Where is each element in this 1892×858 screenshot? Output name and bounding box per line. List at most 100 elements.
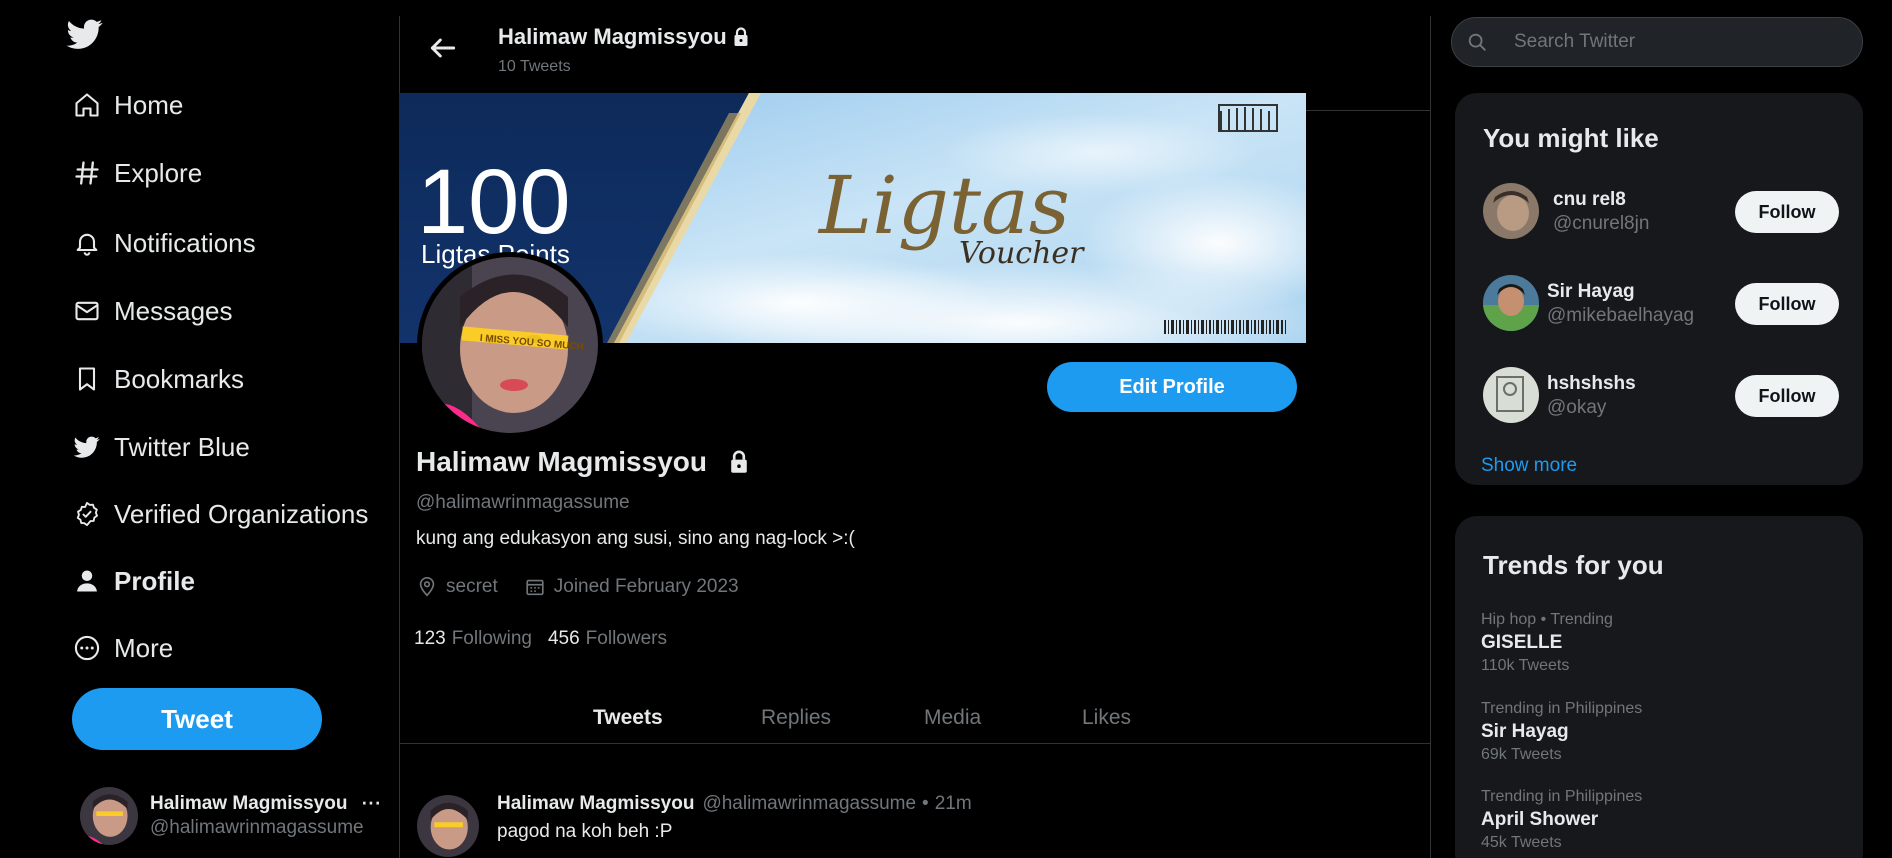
nav-more[interactable]: More [72, 625, 173, 671]
tweet-header: Halimaw Magmissyou @halimawrinmagassume … [497, 793, 972, 815]
bell-icon [72, 228, 102, 258]
nav-bookmarks[interactable]: Bookmarks [72, 356, 244, 402]
tweet-author-handle[interactable]: @halimawrinmagassume [702, 793, 916, 815]
profile-handle: @halimawrinmagassume [416, 492, 630, 513]
followers-label: Followers [585, 628, 667, 649]
tab-media[interactable]: Media [924, 706, 981, 730]
location-text: secret [446, 576, 498, 597]
avatar[interactable] [1483, 367, 1539, 423]
envelope-icon [72, 296, 102, 326]
nav-messages[interactable]: Messages [72, 288, 233, 334]
account-name: Halimaw Magmissyou [150, 793, 348, 814]
avatar[interactable] [1483, 275, 1539, 331]
nav-notifications-label: Notifications [114, 227, 256, 258]
user-handle: @mikebaelhayag [1547, 305, 1695, 326]
divider [399, 743, 1430, 744]
left-navigation: Home Explore Notifications Messages Book… [0, 0, 400, 858]
trend-item[interactable]: Trending in Philippines April Shower 45k… [1481, 788, 1841, 852]
profile-name-text: Halimaw Magmissyou [416, 446, 707, 477]
tweet-count: 10 Tweets [498, 58, 571, 75]
nav-verified-organizations-label: Verified Organizations [114, 498, 369, 529]
user-name: Sir Hayag [1547, 281, 1635, 302]
verified-badge-icon [72, 499, 102, 529]
location-pin-icon [416, 576, 446, 598]
nav-messages-label: Messages [114, 295, 233, 326]
joined-text: Joined February 2023 [553, 576, 739, 597]
followers-count: 456 [547, 628, 580, 649]
following-count: 123 [414, 628, 446, 649]
trend-item[interactable]: Trending in Philippines Sir Hayag 69k Tw… [1481, 700, 1841, 764]
nav-home[interactable]: Home [72, 82, 183, 128]
nav-bookmarks-label: Bookmarks [114, 363, 245, 394]
profile-bio: kung ang edukasyon ang susi, sino ang na… [416, 528, 855, 549]
banner-script-subtitle: Voucher [959, 236, 1085, 271]
avatar[interactable] [417, 795, 479, 857]
profile-joined: Joined February 2023 [524, 576, 739, 598]
follow-button[interactable]: Follow [1735, 283, 1839, 325]
profile-tabs: Tweets Replies Media Likes [399, 700, 1430, 744]
page-title: Halimaw Magmissyou [498, 24, 749, 50]
trend-count: 110k Tweets [1481, 657, 1570, 674]
show-more-link[interactable]: Show more [1481, 455, 1577, 477]
search-icon [1466, 31, 1488, 53]
tweet-text: pagod na koh beh :P [497, 821, 673, 842]
trend-meta: Trending in Philippines [1481, 700, 1643, 717]
followers-link[interactable]: 456 Followers [548, 628, 667, 650]
tab-tweets[interactable]: Tweets [593, 706, 663, 730]
lock-icon [733, 27, 749, 47]
header-name: Halimaw Magmissyou [498, 24, 727, 49]
nav-notifications[interactable]: Notifications [72, 220, 256, 266]
right-sidebar: You might like cnu rel8 @cnurel8jn Follo… [1430, 0, 1892, 858]
profile-display-name: Halimaw Magmissyou [416, 446, 749, 478]
trends-panel: Trends for you Hip hop • Trending GISELL… [1455, 516, 1863, 858]
account-switcher[interactable]: Halimaw Magmissyou @halimawrinmagassume … [80, 786, 396, 846]
nav-twitter-blue[interactable]: Twitter Blue [72, 424, 250, 470]
tweet-author-name[interactable]: Halimaw Magmissyou [497, 793, 694, 815]
follow-stats: 123 Following 456 Followers [414, 628, 683, 650]
tab-likes[interactable]: Likes [1082, 706, 1131, 730]
more-circle-icon [72, 633, 102, 663]
trend-name: Sir Hayag [1481, 721, 1569, 742]
back-arrow-icon[interactable] [423, 28, 463, 68]
who-to-follow-item[interactable]: cnu rel8 @cnurel8jn Follow [1483, 183, 1843, 243]
follow-button[interactable]: Follow [1735, 191, 1839, 233]
edit-profile-button[interactable]: Edit Profile [1047, 362, 1297, 412]
twitter-bird-icon[interactable] [64, 16, 106, 52]
trend-meta: Hip hop • Trending [1481, 611, 1613, 628]
nav-more-label: More [114, 632, 174, 663]
home-icon [72, 90, 102, 120]
trend-count: 45k Tweets [1481, 834, 1562, 851]
nav-profile[interactable]: Profile [72, 558, 195, 604]
user-name: cnu rel8 [1553, 189, 1626, 210]
who-to-follow-item[interactable]: hshshshs @okay Follow [1483, 367, 1843, 427]
nav-twitter-blue-label: Twitter Blue [114, 431, 250, 462]
tweet-item[interactable]: Halimaw Magmissyou @halimawrinmagassume … [399, 745, 1430, 858]
tweet-timestamp[interactable]: 21m [935, 793, 972, 815]
who-to-follow-item[interactable]: Sir Hayag @mikebaelhayag Follow [1483, 275, 1843, 335]
profile-avatar[interactable]: I MISS YOU SO MUCH [417, 252, 603, 438]
avatar [80, 787, 138, 845]
trend-name: GISELLE [1481, 632, 1563, 653]
following-label: Following [451, 628, 532, 649]
trend-meta: Trending in Philippines [1481, 788, 1643, 805]
separator-dot: • [922, 793, 929, 814]
follow-button[interactable]: Follow [1735, 375, 1839, 417]
nav-explore[interactable]: Explore [72, 150, 202, 196]
trend-item[interactable]: Hip hop • Trending GISELLE 110k Tweets [1481, 611, 1841, 675]
tweet-button[interactable]: Tweet [72, 688, 322, 750]
tab-replies[interactable]: Replies [761, 706, 831, 730]
user-handle: @cnurel8jn [1553, 213, 1650, 234]
avatar[interactable] [1483, 183, 1539, 239]
more-options-icon[interactable]: ··· [360, 786, 382, 817]
search-box[interactable] [1451, 17, 1863, 67]
who-to-follow-panel: You might like cnu rel8 @cnurel8jn Follo… [1455, 93, 1863, 485]
person-icon [72, 566, 102, 596]
profile-location: secret [416, 576, 498, 598]
lock-icon [729, 450, 749, 474]
hashtag-icon [72, 158, 102, 188]
nav-verified-organizations[interactable]: Verified Organizations [72, 491, 368, 537]
panel-title: You might like [1483, 123, 1659, 153]
search-input[interactable] [1514, 31, 1834, 53]
following-link[interactable]: 123 Following [414, 628, 532, 650]
trend-name: April Shower [1481, 809, 1599, 830]
